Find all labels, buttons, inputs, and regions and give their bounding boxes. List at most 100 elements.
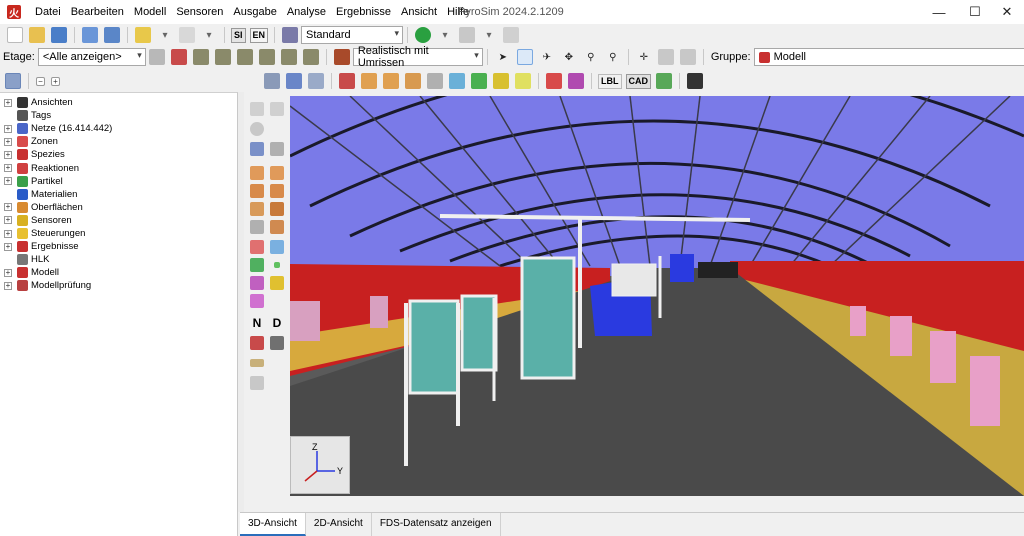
group-combo[interactable]: Modell ▾ xyxy=(753,48,1024,66)
export-icon[interactable] xyxy=(104,27,120,43)
view-bottom-icon[interactable] xyxy=(302,49,319,65)
show-sensors-icon[interactable] xyxy=(493,73,509,89)
tree-item[interactable]: + Partikel xyxy=(4,175,63,188)
snapshot-camera-icon[interactable] xyxy=(687,73,703,89)
normal-tool-button[interactable]: N xyxy=(250,316,264,330)
expand-icon[interactable]: + xyxy=(4,242,12,251)
show-vents-icon[interactable] xyxy=(339,73,355,89)
minimize-button[interactable]: — xyxy=(922,0,956,24)
show-mesh-outline-icon[interactable] xyxy=(286,73,302,89)
tree-item[interactable]: + Netze (16.414.442) xyxy=(4,122,112,135)
expand-icon[interactable]: + xyxy=(4,164,12,172)
view-left-icon[interactable] xyxy=(258,49,275,65)
orbit-icon[interactable] xyxy=(516,49,533,65)
show-zones-icon[interactable] xyxy=(546,73,562,89)
tree-item[interactable]: + Modellprüfung xyxy=(4,279,91,292)
pan-icon[interactable]: ✥ xyxy=(561,49,577,65)
run-simulation-icon[interactable] xyxy=(415,27,432,43)
menu-datei[interactable]: Datei xyxy=(30,0,66,24)
show-holes-icon[interactable] xyxy=(383,73,399,89)
tree-item[interactable]: HLK xyxy=(4,253,49,266)
tree-filter-icon[interactable] xyxy=(5,73,21,89)
menu-ausgabe[interactable]: Ausgabe xyxy=(228,0,281,24)
save-icon[interactable] xyxy=(51,27,67,43)
view-front-icon[interactable] xyxy=(214,49,231,65)
menu-ansicht[interactable]: Ansicht xyxy=(396,0,442,24)
draw-room-icon[interactable] xyxy=(250,220,264,234)
si-units-button[interactable]: SI xyxy=(231,27,246,43)
sphere-tool-icon[interactable] xyxy=(250,122,264,136)
draw-wall-alt-icon[interactable] xyxy=(270,202,284,216)
particle-tool-icon[interactable] xyxy=(250,258,264,272)
run-dropdown-icon[interactable]: ▾ xyxy=(437,27,453,43)
tree-item[interactable]: + Modell xyxy=(4,266,59,279)
expand-icon[interactable]: + xyxy=(4,281,12,290)
render-mode-icon[interactable] xyxy=(333,49,350,65)
eyedropper-icon[interactable] xyxy=(270,336,284,350)
expand-icon[interactable]: + xyxy=(4,124,12,133)
point-tool-icon[interactable] xyxy=(274,262,280,268)
expand-all-icon[interactable]: + xyxy=(51,76,60,86)
reset-view-icon[interactable] xyxy=(679,49,696,65)
render-mode-combo[interactable]: Realistisch mit Umrissen ▾ xyxy=(352,45,483,69)
draw-sensor-icon[interactable] xyxy=(270,276,284,290)
undo-dropdown-icon[interactable]: ▾ xyxy=(157,27,173,43)
expand-icon[interactable]: + xyxy=(4,203,12,212)
draw-hole-icon[interactable] xyxy=(270,220,284,234)
batch-icon[interactable] xyxy=(459,27,476,43)
show-background-icon[interactable] xyxy=(656,73,672,89)
zoom-box-icon[interactable]: ⚲ xyxy=(605,49,621,65)
tree-item[interactable]: Tags xyxy=(4,109,51,122)
en-units-button[interactable]: EN xyxy=(249,27,269,43)
tree-item[interactable]: + Ansichten xyxy=(4,96,73,109)
expand-icon[interactable]: + xyxy=(4,150,12,159)
expand-icon[interactable]: + xyxy=(4,137,12,146)
collapse-all-icon[interactable]: − xyxy=(36,76,45,86)
dimension-tool-button[interactable]: D xyxy=(270,316,284,330)
draw-slab-icon[interactable] xyxy=(250,166,264,180)
tree-item[interactable]: + Steuerungen xyxy=(4,227,85,240)
view-top-icon[interactable] xyxy=(192,49,209,65)
undo-icon[interactable] xyxy=(135,27,151,43)
show-obstructions-icon[interactable] xyxy=(361,73,377,89)
redo-dropdown-icon[interactable]: ▾ xyxy=(201,27,217,43)
view-settings-icon[interactable] xyxy=(282,27,299,43)
show-text-icon[interactable] xyxy=(449,73,465,89)
split-mesh-icon[interactable] xyxy=(270,142,284,156)
zoom-icon[interactable]: ⚲ xyxy=(583,49,599,65)
measure-tool-icon[interactable] xyxy=(250,359,264,367)
redo-icon[interactable] xyxy=(179,27,195,43)
draw-zone-icon[interactable] xyxy=(250,240,264,254)
view-right-icon[interactable] xyxy=(280,49,297,65)
close-button[interactable]: ✕ xyxy=(990,0,1024,24)
draw-block-alt-icon[interactable] xyxy=(270,184,284,198)
paint-tool-icon[interactable] xyxy=(250,336,264,350)
3d-viewport[interactable] xyxy=(290,96,1024,496)
crosshair-icon[interactable]: ✛ xyxy=(636,49,652,65)
move-tool-icon[interactable] xyxy=(250,102,264,116)
tree-item[interactable]: + Zonen xyxy=(4,135,58,148)
draw-hvac-icon[interactable] xyxy=(250,294,264,308)
labels-button[interactable]: LBL xyxy=(598,73,622,89)
properties-tool-icon[interactable] xyxy=(250,376,264,390)
show-particles-icon[interactable] xyxy=(471,73,487,89)
draw-text-icon[interactable] xyxy=(270,240,284,254)
show-grid-icon[interactable] xyxy=(308,73,324,89)
show-mesh-icon[interactable] xyxy=(264,73,280,89)
expand-icon[interactable]: + xyxy=(4,216,12,225)
view-back-icon[interactable] xyxy=(236,49,253,65)
menu-modell[interactable]: Modell xyxy=(129,0,171,24)
open-folder-icon[interactable] xyxy=(29,27,45,43)
tree-item[interactable]: + Spezies xyxy=(4,148,65,161)
fit-view-icon[interactable] xyxy=(657,49,674,65)
draw-wall-icon[interactable] xyxy=(250,202,264,216)
show-hvac-icon[interactable] xyxy=(568,73,584,89)
tab-2d-view[interactable]: 2D-Ansicht xyxy=(306,513,372,536)
tree-item[interactable]: Materialien xyxy=(4,188,77,201)
new-file-icon[interactable] xyxy=(7,27,23,43)
draw-slab-alt-icon[interactable] xyxy=(270,166,284,180)
menu-ergebnisse[interactable]: Ergebnisse xyxy=(331,0,396,24)
floor-properties-icon[interactable] xyxy=(148,49,165,65)
results-viewer-icon[interactable] xyxy=(503,27,520,43)
tree-item[interactable]: + Oberflächen xyxy=(4,201,83,214)
